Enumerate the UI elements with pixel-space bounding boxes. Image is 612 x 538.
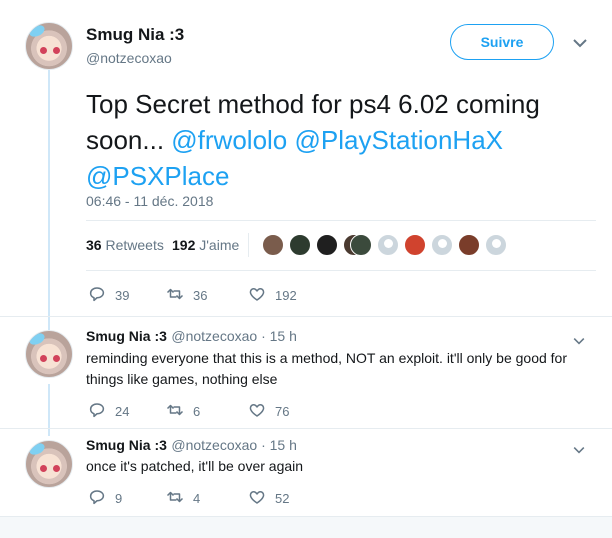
mention-link[interactable]: @PSXPlace xyxy=(86,161,229,191)
retweet-icon xyxy=(166,488,184,509)
liker-avatar[interactable] xyxy=(431,234,453,256)
tweet-text: Top Secret method for ps4 6.02 coming so… xyxy=(86,86,596,194)
bottom-bar xyxy=(0,516,612,538)
like-button[interactable]: 52 xyxy=(248,488,289,509)
retweet-icon xyxy=(166,401,184,422)
liker-avatar[interactable] xyxy=(404,234,426,256)
display-name[interactable]: Smug Nia :3 xyxy=(86,328,167,344)
display-name[interactable]: Smug Nia :3 xyxy=(86,25,184,45)
liker-avatar[interactable] xyxy=(262,234,284,256)
liker-avatar[interactable] xyxy=(289,234,311,256)
reply-text: reminding everyone that this is a method… xyxy=(86,350,568,387)
chevron-down-icon[interactable] xyxy=(573,443,585,457)
like-count: 76 xyxy=(275,404,290,419)
reply-count: 9 xyxy=(115,491,123,506)
likes-label: J'aime xyxy=(199,237,240,253)
reply-button[interactable]: 39 xyxy=(88,285,129,306)
avatar[interactable] xyxy=(25,22,73,70)
divider xyxy=(0,428,612,429)
retweet-count: 4 xyxy=(193,491,201,506)
heart-icon xyxy=(248,285,266,306)
retweet-button[interactable]: 6 xyxy=(166,401,200,422)
like-count: 52 xyxy=(275,491,290,506)
retweet-count: 36 xyxy=(193,288,208,303)
retweets-count: 36 xyxy=(86,237,102,253)
mention-link[interactable]: @PlayStationHaX xyxy=(295,125,504,155)
retweet-button[interactable]: 36 xyxy=(166,285,207,306)
reply-meta[interactable]: @notzecoxao · 15 h xyxy=(171,328,297,344)
reply-meta[interactable]: @notzecoxao · 15 h xyxy=(171,437,297,453)
like-count: 192 xyxy=(275,288,297,303)
user-handle[interactable]: @notzecoxao xyxy=(86,50,172,66)
reply-icon xyxy=(88,401,106,422)
liker-avatar[interactable] xyxy=(316,234,338,256)
follow-button[interactable]: Suivre xyxy=(450,24,554,60)
reply-text: once it's patched, it'll be over again xyxy=(86,458,304,474)
reply-header: Smug Nia :3 @notzecoxao · 15 h xyxy=(86,437,297,455)
reply-header: Smug Nia :3 @notzecoxao · 15 h xyxy=(86,328,297,346)
retweets-stat[interactable]: 36 Retweets xyxy=(86,237,164,253)
like-button[interactable]: 192 xyxy=(248,285,297,306)
reply-button[interactable]: 24 xyxy=(88,401,129,422)
heart-icon xyxy=(248,401,266,422)
avatar[interactable] xyxy=(25,330,73,378)
avatar[interactable] xyxy=(25,440,73,488)
likes-count: 192 xyxy=(172,237,196,253)
reply-icon xyxy=(88,285,106,306)
stat-divider xyxy=(248,233,249,257)
retweet-count: 6 xyxy=(193,404,201,419)
mention-link[interactable]: @frwololo xyxy=(171,125,287,155)
reply-icon xyxy=(88,488,106,509)
retweet-icon xyxy=(166,285,184,306)
chevron-down-icon[interactable] xyxy=(573,37,587,51)
liker-avatar[interactable] xyxy=(350,234,372,256)
divider xyxy=(86,220,596,221)
chevron-down-icon[interactable] xyxy=(573,334,585,348)
heart-icon xyxy=(248,488,266,509)
liker-avatar[interactable] xyxy=(458,234,480,256)
likes-stat[interactable]: 192 J'aime xyxy=(172,237,239,253)
liker-avatar[interactable] xyxy=(377,234,399,256)
retweet-button[interactable]: 4 xyxy=(166,488,200,509)
reply-count: 39 xyxy=(115,288,130,303)
reply-button[interactable]: 9 xyxy=(88,488,122,509)
liker-avatar[interactable] xyxy=(485,234,507,256)
divider xyxy=(0,316,612,317)
divider xyxy=(86,270,596,271)
retweets-label: Retweets xyxy=(105,237,164,253)
tweet-timestamp[interactable]: 06:46 - 11 déc. 2018 xyxy=(86,193,213,209)
reply-count: 24 xyxy=(115,404,130,419)
display-name[interactable]: Smug Nia :3 xyxy=(86,437,167,453)
thread-line xyxy=(48,70,50,330)
like-button[interactable]: 76 xyxy=(248,401,289,422)
